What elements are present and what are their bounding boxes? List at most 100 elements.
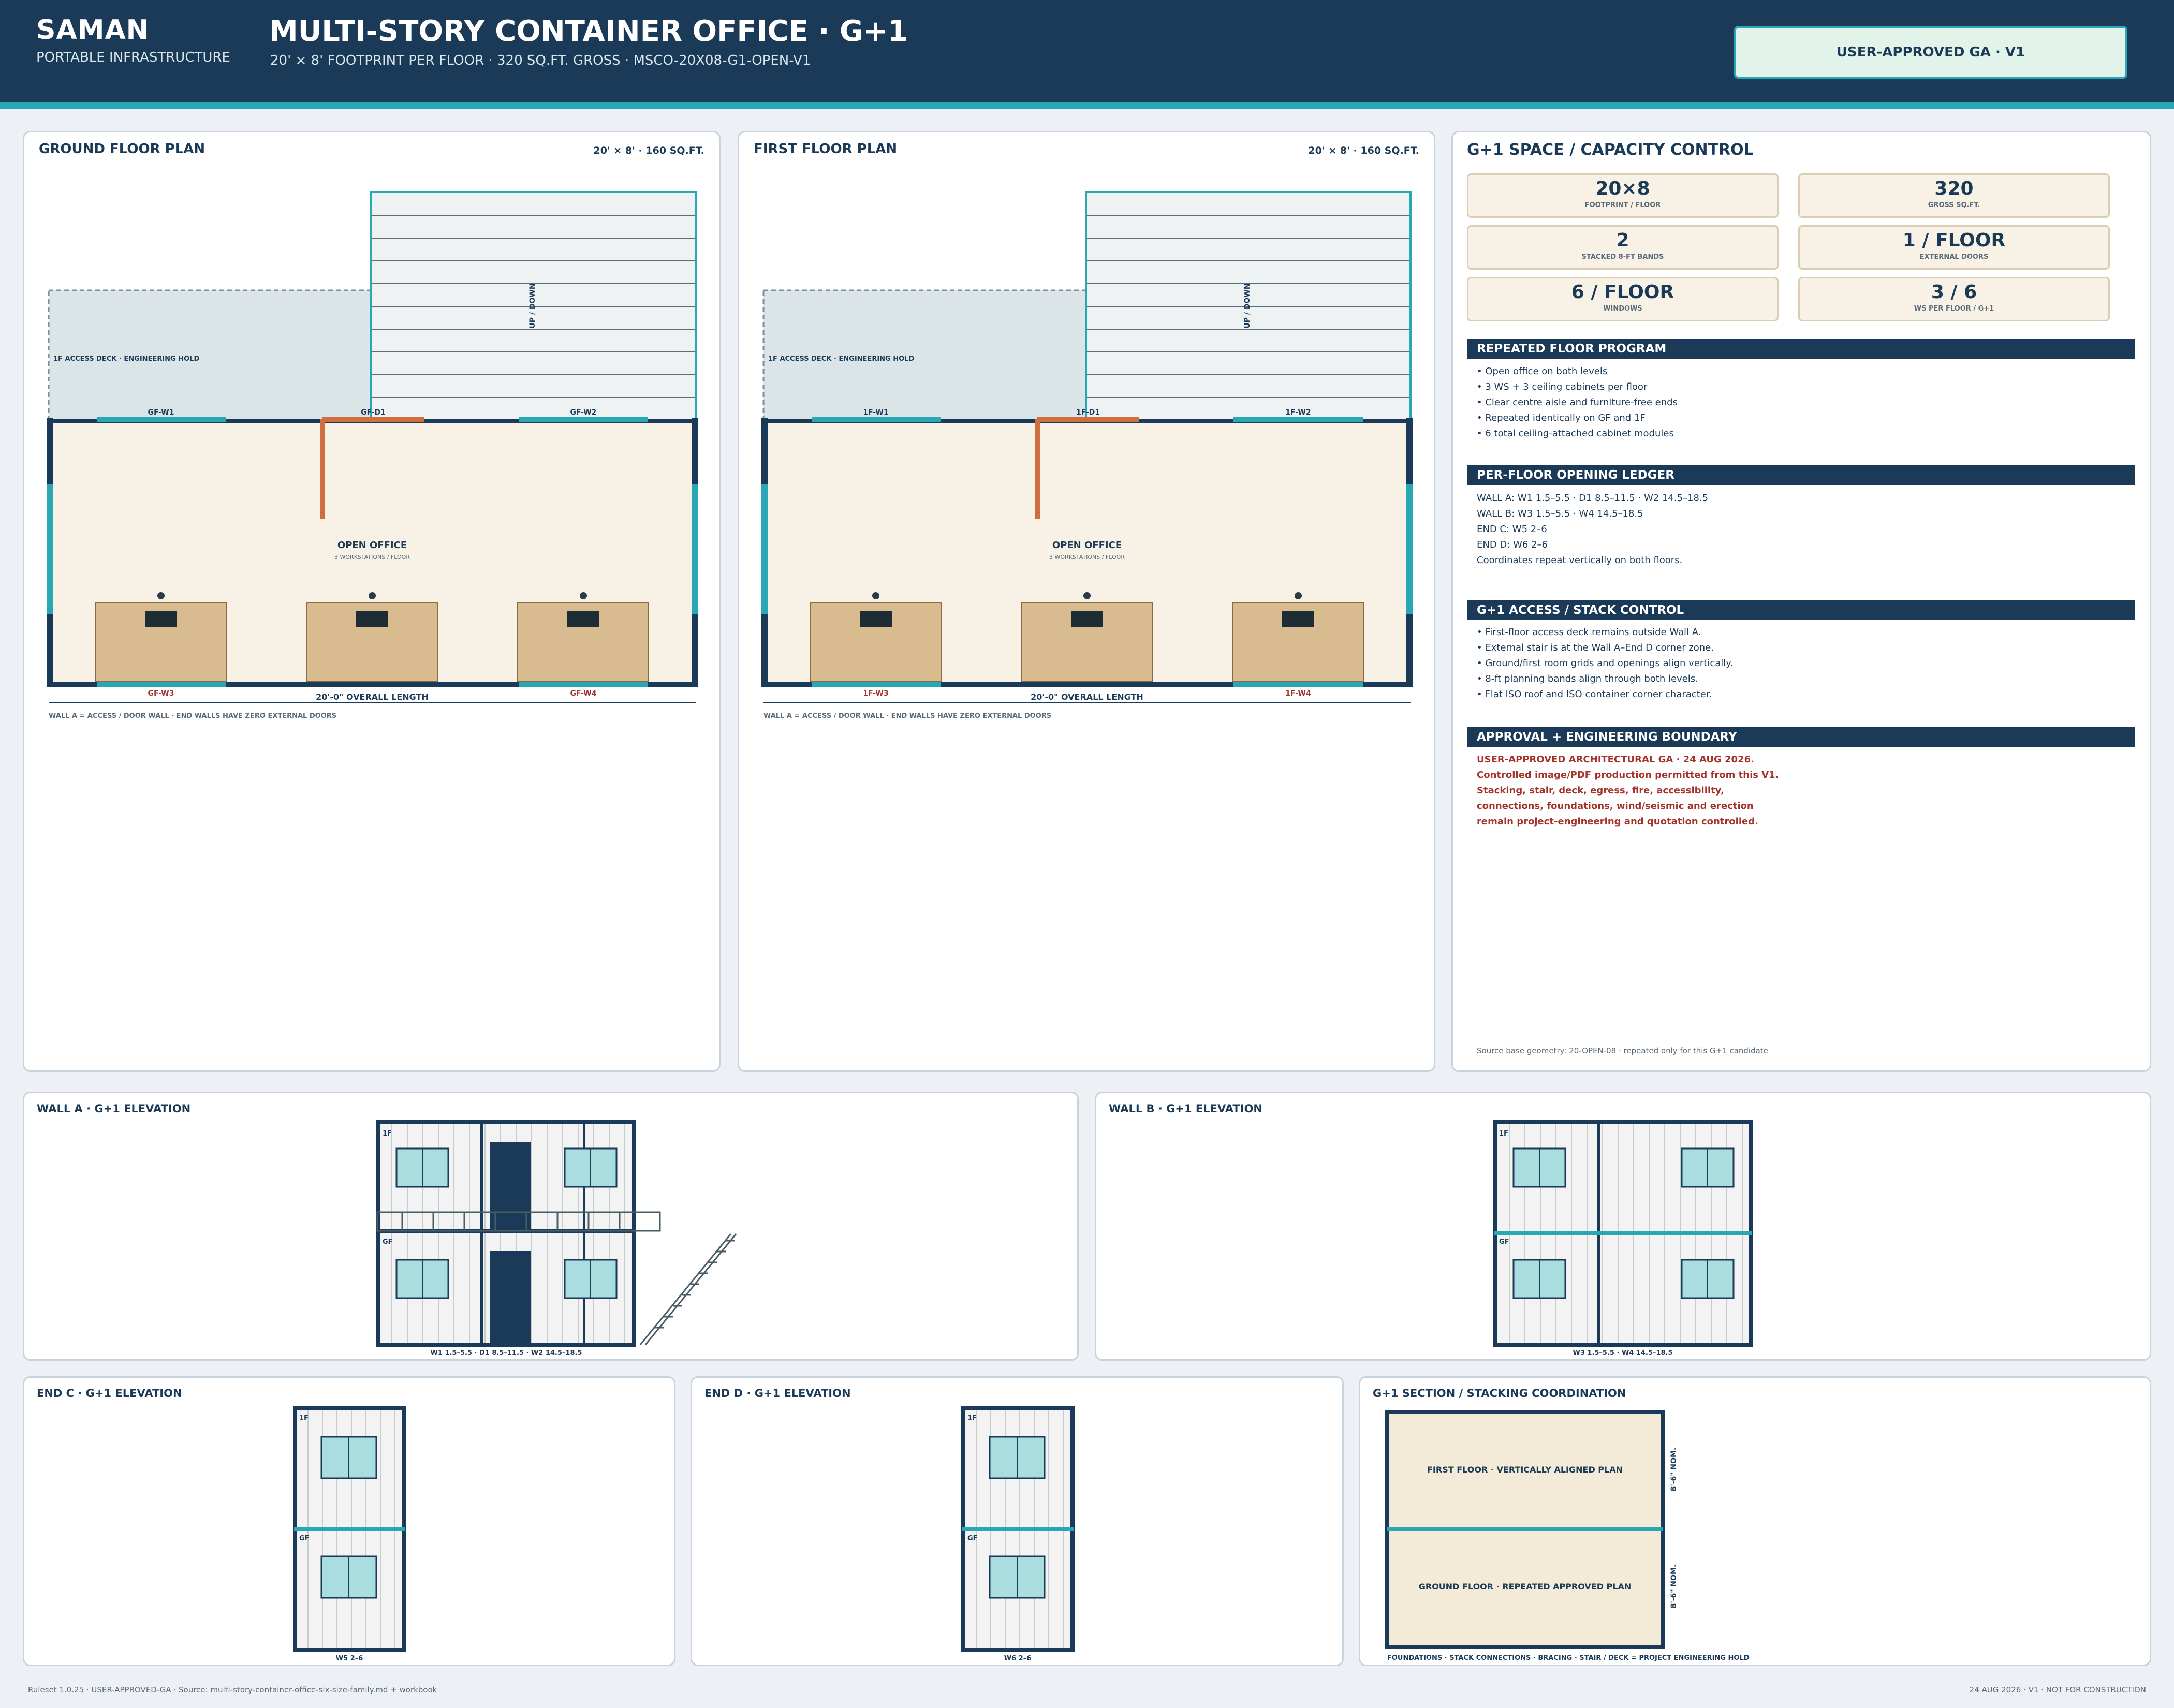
door-d1-leaf [320,419,325,519]
section-header-approval: APPROVAL + ENGINEERING BOUNDARY [1467,727,2135,747]
room-label: OPEN OFFICE [337,540,407,551]
stat-label: EXTERNAL DOORS [1919,253,1989,261]
room-label: OPEN OFFICE [1052,540,1122,551]
ground-floor-plan-drawing: 1F ACCESS DECK · ENGINEERING HOLD UP / D… [47,191,698,720]
approval-badge: USER-APPROVED GA · V1 [1734,26,2127,79]
room-sublabel: 3 WORKSTATIONS / FLOOR [334,554,410,561]
window-w3 [812,682,941,687]
end-c-elevation-drawing: 1F GF W5 2–6 [293,1406,406,1662]
control-title: G+1 SPACE / CAPACITY CONTROL [1467,141,1754,159]
stat-label: GROSS SQ.FT. [1928,201,1980,209]
door-d1-leaf [1035,419,1040,519]
first-floor-plan-drawing: 1F ACCESS DECK · ENGINEERING HOLD UP / D… [761,191,1413,720]
stat-value: 320 [1934,178,1974,199]
list-item: END C: W5 2–6 [1477,524,1547,535]
label-w3: GF-W3 [148,689,174,698]
list-item: remain project-engineering and quotation… [1477,816,1758,827]
source-note: Source base geometry: 20-OPEN-08 · repea… [1477,1046,1768,1055]
lower-level-label: GF [383,1238,393,1246]
upper-floor-label: FIRST FLOOR · VERTICALLY ALIGNED PLAN [1427,1465,1623,1475]
list-item: WALL B: W3 1.5–5.5 · W4 14.5–18.5 [1477,508,1643,519]
upper-level-label: 1F [1499,1130,1508,1138]
stat-label: STACKED 8-FT BANDS [1581,253,1664,261]
floor-divider [1387,1527,1663,1531]
list-item: • Flat ISO roof and ISO container corner… [1477,689,1712,700]
stat-label: WS PER FLOOR / G+1 [1914,305,1994,313]
list-item: USER-APPROVED ARCHITECTURAL GA · 24 AUG … [1477,754,1754,765]
label-d1: GF-D1 [361,408,386,417]
lower-door [490,1251,531,1344]
list-item: • 3 WS + 3 ceiling cabinets per floor [1477,381,1648,392]
wall-a-elevation-drawing: 1F GF W1 1.5–5.5 · D1 8.5–11.5 · W2 14.5… [376,1120,737,1357]
list-item: Coordinates repeat vertically on both fl… [1477,555,1683,566]
lower-level-label: GF [299,1535,310,1542]
elevation-caption: W6 2–6 [1004,1655,1032,1662]
upper-door [490,1142,531,1229]
label-w1: GF-W1 [148,408,174,417]
deck-label: 1F ACCESS DECK · ENGINEERING HOLD [53,355,199,363]
upper-level-label: 1F [967,1415,977,1422]
window-w4 [1233,682,1363,687]
label-w4: 1F-W4 [1285,689,1311,698]
wall-a-elevation-panel: WALL A · G+1 ELEVATION 1F GF W1 1.5–5.5 … [23,1092,1079,1361]
stat-doors: 1 / FLOOR EXTERNAL DOORS [1798,225,2110,270]
plan-note: WALL A = ACCESS / DOOR WALL · END WALLS … [49,712,336,720]
lower-level-label: GF [1499,1238,1509,1246]
page-title: MULTI-STORY CONTAINER OFFICE · G+1 [269,14,908,48]
list-item: • First-floor access deck remains outsid… [1477,627,1701,638]
door-d1 [322,417,424,422]
plan-note: WALL A = ACCESS / DOOR WALL · END WALLS … [763,712,1051,720]
list-item: • 8-ft planning bands align through both… [1477,673,1698,684]
brand-tagline: PORTABLE INFRASTRUCTURE [36,50,230,65]
lower-height-label: 8'-6" NOM. [1670,1565,1678,1609]
stat-value: 20×8 [1595,178,1650,199]
stat-value: 2 [1616,230,1629,251]
stat-label: WINDOWS [1603,305,1642,313]
footer-status: 24 AUG 2026 · V1 · NOT FOR CONSTRUCTION [1969,1685,2146,1695]
end-d-elevation-panel: END D · G+1 ELEVATION 1F GF W6 2–6 [691,1376,1344,1666]
upper-height-label: 8'-6" NOM. [1670,1448,1678,1492]
stat-gross-area: 320 GROSS SQ.FT. [1798,173,2110,218]
stat-windows: 6 / FLOOR WINDOWS [1467,277,1779,321]
first-floor-plan-panel: FIRST FLOOR PLAN 20' × 8' · 160 SQ.FT. 1… [738,131,1435,1072]
stat-value: 3 / 6 [1931,282,1977,303]
stair-label: UP / DOWN [1243,283,1252,328]
opening-ledger-list: WALL A: W1 1.5–5.5 · D1 8.5–11.5 · W2 14… [1477,491,2129,568]
stat-value: 6 / FLOOR [1571,282,1674,303]
lower-level-label: GF [967,1535,978,1542]
stat-footprint: 20×8 FOOTPRINT / FLOOR [1467,173,1779,218]
floor-program-list: • Open office on both levels • 3 WS + 3 … [1477,364,2129,441]
window-w1 [97,417,226,422]
workstations [810,592,1364,682]
stat-label: FOOTPRINT / FLOOR [1584,201,1661,209]
list-item: • 6 total ceiling-attached cabinet modul… [1477,428,1674,439]
room-sublabel: 3 WORKSTATIONS / FLOOR [1049,554,1125,561]
wall-b-elevation-drawing: 1F GF W3 1.5–5.5 · W4 14.5–18.5 [1493,1120,1753,1357]
external-stair [639,1233,737,1345]
upper-level-label: 1F [383,1130,392,1138]
list-item: • Repeated identically on GF and 1F [1477,413,1646,423]
elevation-caption: W1 1.5–5.5 · D1 8.5–11.5 · W2 14.5–18.5 [431,1349,582,1357]
stacking-section-drawing: FIRST FLOOR · VERTICALLY ALIGNED PLAN GR… [1385,1410,1750,1662]
list-item: • Clear centre aisle and furniture-free … [1477,397,1678,408]
stack-control-list: • First-floor access deck remains outsid… [1477,625,2129,702]
label-w2: 1F-W2 [1285,408,1311,417]
window-w1 [812,417,941,422]
label-d1: 1F-D1 [1076,408,1100,417]
elevation-caption: W3 1.5–5.5 · W4 14.5–18.5 [1573,1349,1672,1357]
page-header: SAMAN PORTABLE INFRASTRUCTURE MULTI-STOR… [0,0,2174,109]
list-item: • Open office on both levels [1477,366,1608,377]
section-header-opening-ledger: PER-FLOOR OPENING LEDGER [1467,465,2135,485]
list-item: WALL A: W1 1.5–5.5 · D1 8.5–11.5 · W2 14… [1477,493,1709,504]
footer-source: Ruleset 1.0.25 · USER-APPROVED-GA · Sour… [28,1685,437,1695]
section-header-floor-program: REPEATED FLOOR PROGRAM [1467,339,2135,359]
list-item: END D: W6 2–6 [1477,539,1548,550]
door-d1 [1037,417,1139,422]
upper-level-label: 1F [299,1415,309,1422]
page-subtitle: 20' × 8' FOOTPRINT PER FLOOR · 320 SQ.FT… [270,53,811,68]
section-note: FOUNDATIONS · STACK CONNECTIONS · BRACIN… [1387,1654,1750,1662]
deck-label: 1F ACCESS DECK · ENGINEERING HOLD [768,355,914,363]
label-w3: 1F-W3 [863,689,888,698]
stacking-section-panel: G+1 SECTION / STACKING COORDINATION FIRS… [1359,1376,2151,1666]
list-item: • External stair is at the Wall A–End D … [1477,642,1714,653]
